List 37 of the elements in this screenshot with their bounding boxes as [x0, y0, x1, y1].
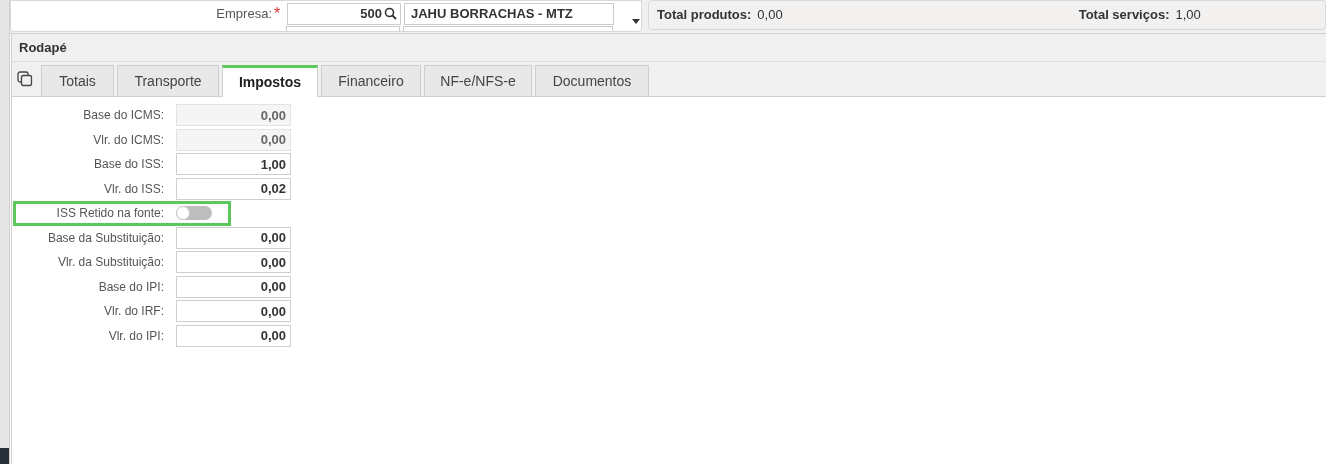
- tab[interactable]: Financeiro: [321, 65, 421, 96]
- tab[interactable]: Impostos: [222, 65, 318, 97]
- number-field[interactable]: 0,00: [176, 226, 291, 249]
- required-mark: *: [274, 5, 282, 22]
- copy-icon[interactable]: [17, 71, 33, 87]
- company-code-field[interactable]: 500: [287, 2, 401, 25]
- field-label: Vlr. do IPI:: [107, 327, 164, 345]
- company-name-field[interactable]: JAHU BORRACHAS - MTZ: [404, 2, 614, 25]
- field-label: Empresa:: [215, 4, 272, 23]
- tab[interactable]: Totais: [41, 65, 114, 96]
- field-label: Vlr. do IRF:: [102, 303, 164, 321]
- field-label: Base do IPI:: [97, 278, 164, 296]
- taskbar-strip: [0, 448, 9, 464]
- total-value: 1,00: [1175, 6, 1201, 25]
- field-label: Base da Substituição:: [46, 229, 164, 247]
- tab[interactable]: NF-e/NFS-e: [424, 65, 532, 96]
- tab[interactable]: Documentos: [535, 65, 649, 96]
- total-label: Total produtos:: [657, 6, 752, 25]
- search-icon[interactable]: [384, 7, 397, 20]
- field-label: ISS Retido na fonte:: [55, 205, 164, 223]
- caret-down-icon[interactable]: [632, 19, 640, 24]
- number-field[interactable]: 0,00: [176, 251, 291, 274]
- field-label: Vlr. do ISS:: [102, 180, 164, 198]
- section-title: Rodapé: [19, 38, 67, 57]
- number-field[interactable]: 0,02: [176, 177, 291, 200]
- field-label: Base do ISS:: [92, 156, 164, 174]
- toggle-switch[interactable]: [176, 206, 212, 221]
- field-label: Vlr. da Substituição:: [56, 254, 164, 272]
- number-field[interactable]: 0,00: [176, 300, 291, 323]
- total-value: 0,00: [757, 6, 783, 25]
- tab[interactable]: Transporte: [117, 65, 219, 96]
- field-label: Base do ICMS:: [82, 107, 164, 125]
- number-field[interactable]: 0,00: [176, 275, 291, 298]
- number-field[interactable]: 0,00: [176, 324, 291, 347]
- number-field[interactable]: 1,00: [176, 153, 291, 176]
- field-label: Vlr. do ICMS:: [92, 131, 164, 149]
- total-label: Total serviços:: [1078, 6, 1170, 25]
